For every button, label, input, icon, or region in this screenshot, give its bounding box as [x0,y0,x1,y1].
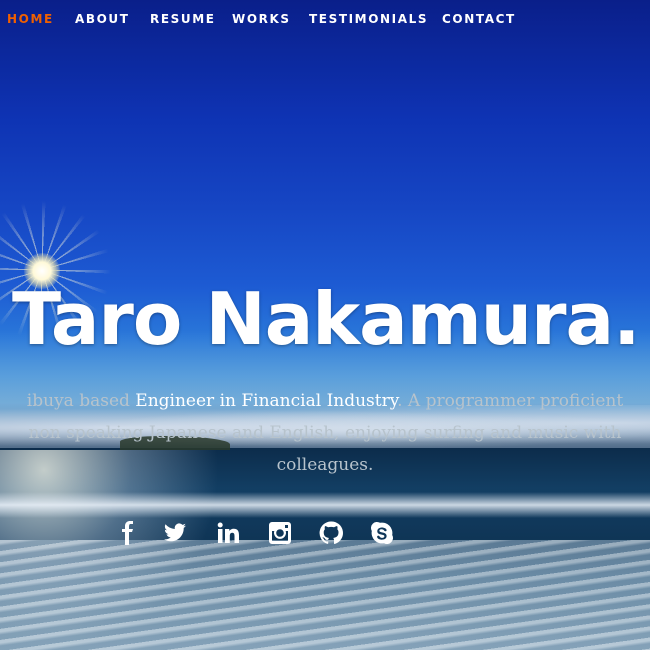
skype-link[interactable] [367,518,397,548]
nav-about[interactable]: ABOUT [75,12,130,26]
instagram-icon [269,522,291,544]
wave-line [0,492,650,518]
surf-foam [0,540,650,650]
bio-line-3: colleagues. [276,455,374,475]
facebook-icon [122,521,133,545]
page-title: Taro Nakamura. [12,277,641,361]
nav-contact[interactable]: CONTACT [442,12,516,26]
facebook-link[interactable] [113,518,143,548]
linkedin-link[interactable] [213,518,243,548]
hero-bio: ibuya based Engineer in Financial Indust… [0,385,650,481]
bio-middle: . A programmer proficient [397,391,624,411]
twitter-link[interactable] [160,518,190,548]
linkedin-icon [217,522,239,543]
main-navigation: HOME ABOUT RESUME WORKS TESTIMONIALS CON… [0,0,650,38]
skype-icon [370,521,394,545]
bio-prefix: ibuya based [26,391,136,411]
github-link[interactable] [316,518,346,548]
bio-highlight: Engineer in Financial Industry [135,391,398,411]
social-links [0,518,650,550]
bio-line-2: non speaking Japanese and English, enjoy… [28,423,622,443]
twitter-icon [164,523,186,542]
github-icon [319,521,343,545]
instagram-link[interactable] [265,518,295,548]
nav-home[interactable]: HOME [7,12,54,26]
nav-testimonials[interactable]: TESTIMONIALS [309,12,428,26]
nav-resume[interactable]: RESUME [150,12,216,26]
nav-works[interactable]: WORKS [232,12,291,26]
